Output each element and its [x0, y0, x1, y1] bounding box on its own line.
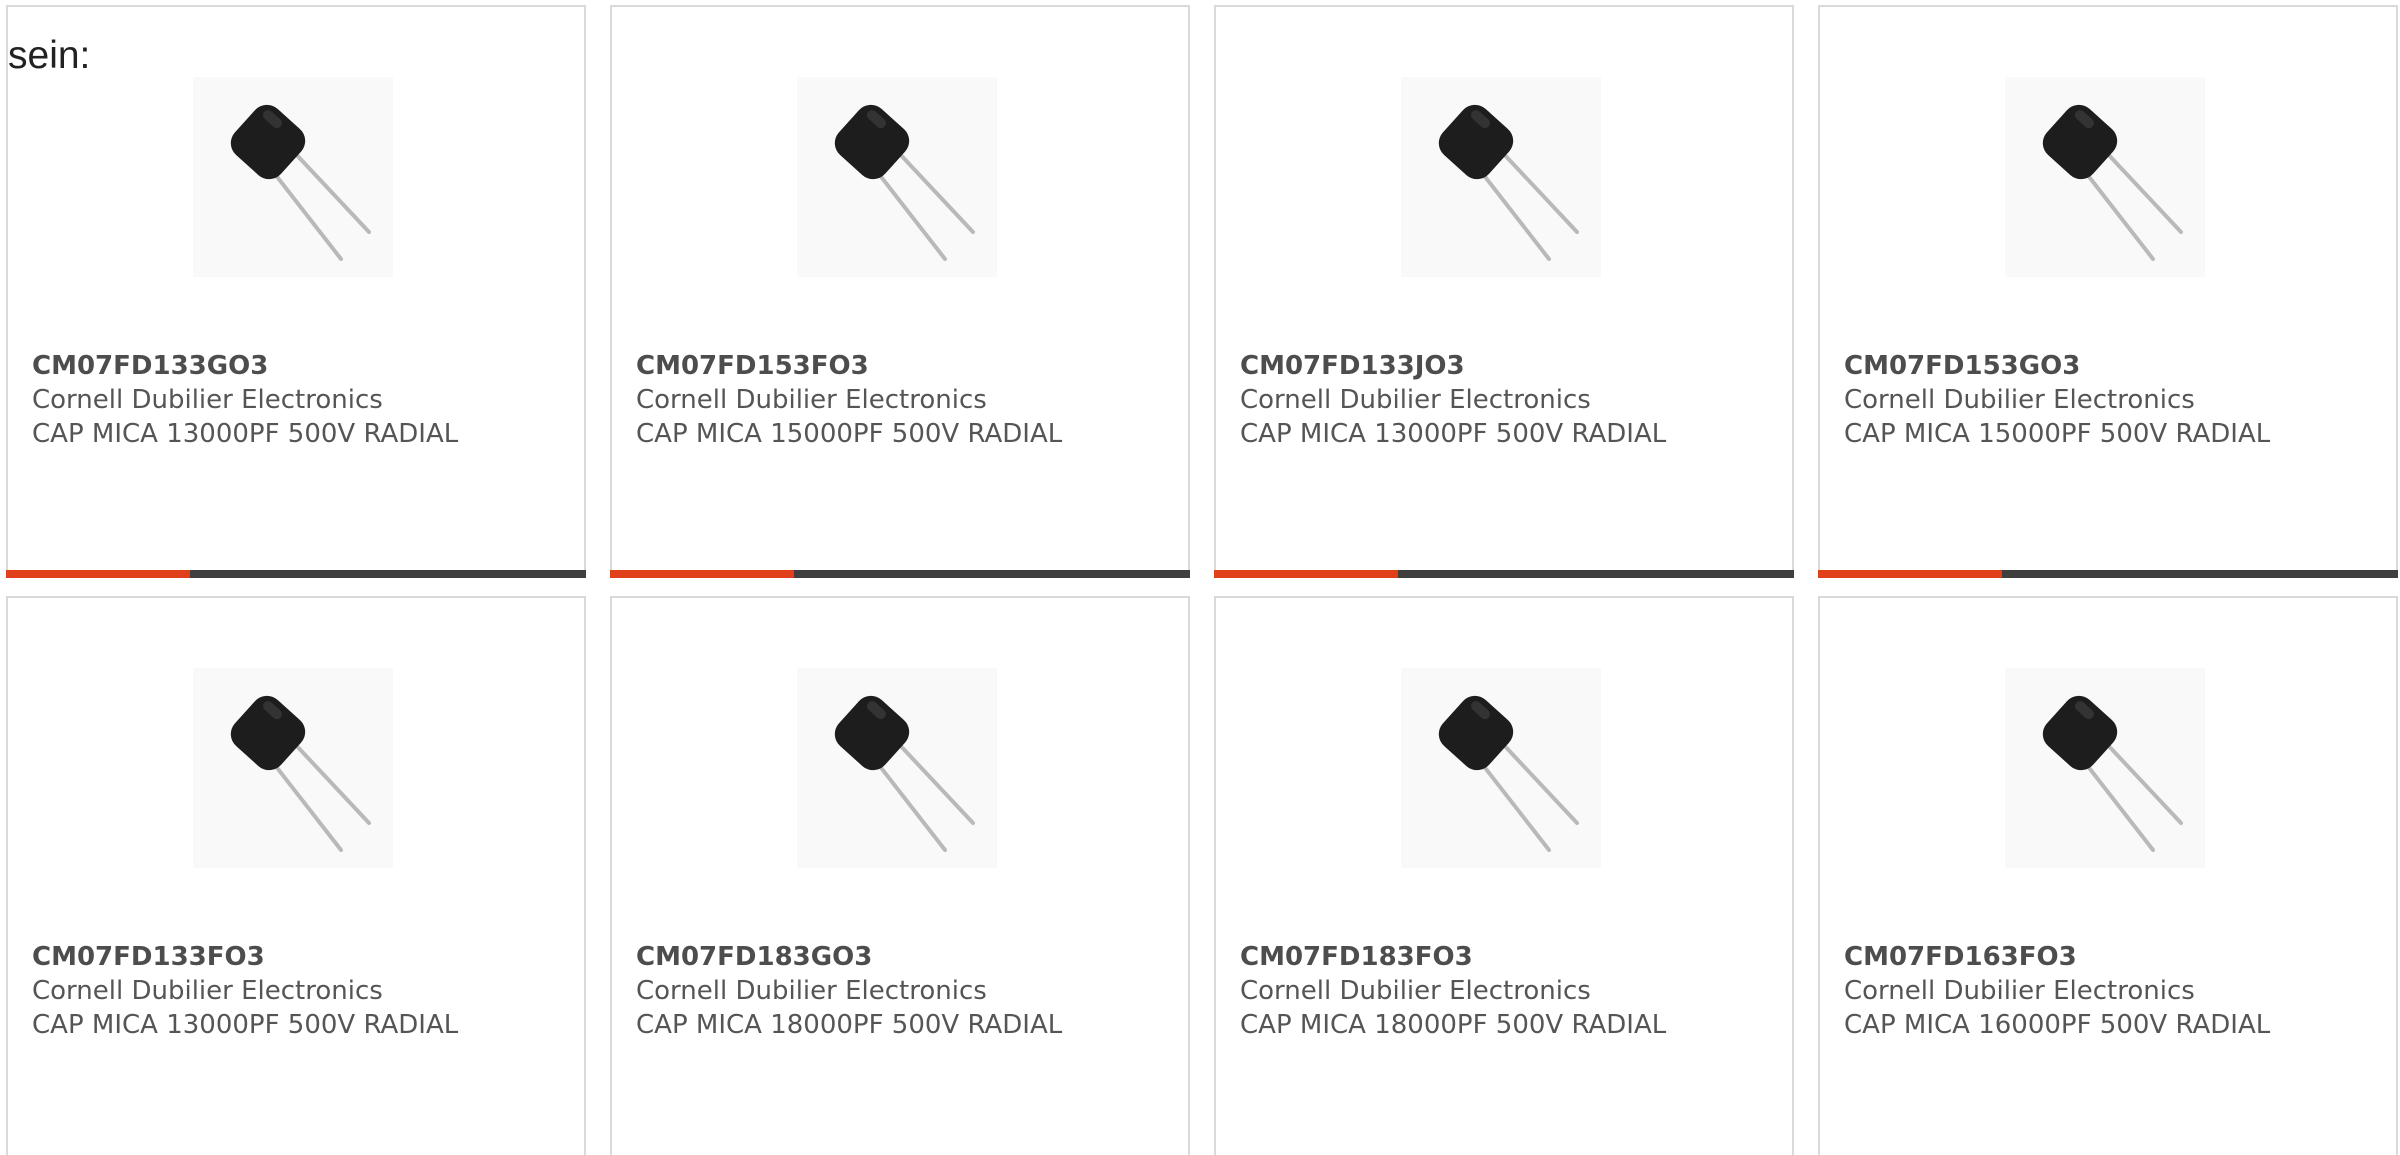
product-card[interactable]: CM07FD133JO3 Cornell Dubilier Electronic… [1214, 5, 1794, 578]
part-number[interactable]: CM07FD133GO3 [32, 349, 574, 383]
product-description: CAP MICA 13000PF 500V RADIAL [32, 419, 459, 449]
manufacturer-name: Cornell Dubilier Electronics [1844, 976, 2195, 1006]
part-number[interactable]: CM07FD133FO3 [32, 940, 574, 974]
manufacturer-name: Cornell Dubilier Electronics [1240, 385, 1591, 415]
card-accent-bar [1214, 570, 1398, 578]
product-card[interactable]: CM07FD183FO3 Cornell Dubilier Electronic… [1214, 596, 1794, 1155]
product-description: CAP MICA 18000PF 500V RADIAL [1240, 1010, 1667, 1040]
product-card[interactable]: CM07FD133FO3 Cornell Dubilier Electronic… [6, 596, 586, 1155]
product-description: CAP MICA 15000PF 500V RADIAL [1844, 419, 2271, 449]
radial-capacitor-image [193, 77, 393, 277]
radial-capacitor-image [797, 77, 997, 277]
part-number[interactable]: CM07FD163FO3 [1844, 940, 2386, 974]
part-number[interactable]: CM07FD183GO3 [636, 940, 1178, 974]
part-number[interactable]: CM07FD153GO3 [1844, 349, 2386, 383]
product-info: CM07FD133FO3 Cornell Dubilier Electronic… [32, 940, 574, 1042]
product-info: CM07FD153GO3 Cornell Dubilier Electronic… [1844, 349, 2386, 451]
product-info: CM07FD163FO3 Cornell Dubilier Electronic… [1844, 940, 2386, 1042]
product-description: CAP MICA 16000PF 500V RADIAL [1844, 1010, 2271, 1040]
card-bottom-bar [1818, 570, 2398, 578]
manufacturer-name: Cornell Dubilier Electronics [32, 976, 383, 1006]
manufacturer-name: Cornell Dubilier Electronics [32, 385, 383, 415]
product-info: CM07FD133JO3 Cornell Dubilier Electronic… [1240, 349, 1782, 451]
radial-capacitor-image [1401, 668, 1601, 868]
product-description: CAP MICA 15000PF 500V RADIAL [636, 419, 1063, 449]
card-accent-bar [610, 570, 794, 578]
part-number[interactable]: CM07FD183FO3 [1240, 940, 1782, 974]
card-bottom-bar [610, 570, 1190, 578]
radial-capacitor-image [797, 668, 997, 868]
part-number[interactable]: CM07FD133JO3 [1240, 349, 1782, 383]
product-card[interactable]: CM07FD153GO3 Cornell Dubilier Electronic… [1818, 5, 2398, 578]
manufacturer-name: Cornell Dubilier Electronics [636, 976, 987, 1006]
product-card[interactable]: CM07FD133GO3 Cornell Dubilier Electronic… [6, 5, 586, 578]
product-info: CM07FD183FO3 Cornell Dubilier Electronic… [1240, 940, 1782, 1042]
manufacturer-name: Cornell Dubilier Electronics [1240, 976, 1591, 1006]
intro-text: sein: [8, 34, 91, 77]
product-info: CM07FD153FO3 Cornell Dubilier Electronic… [636, 349, 1178, 451]
radial-capacitor-image [2005, 668, 2205, 868]
product-info: CM07FD133GO3 Cornell Dubilier Electronic… [32, 349, 574, 451]
part-number[interactable]: CM07FD153FO3 [636, 349, 1178, 383]
product-card[interactable]: CM07FD183GO3 Cornell Dubilier Electronic… [610, 596, 1190, 1155]
manufacturer-name: Cornell Dubilier Electronics [636, 385, 987, 415]
product-card[interactable]: CM07FD153FO3 Cornell Dubilier Electronic… [610, 5, 1190, 578]
card-bottom-bar [1214, 570, 1794, 578]
product-card[interactable]: CM07FD163FO3 Cornell Dubilier Electronic… [1818, 596, 2398, 1155]
radial-capacitor-image [2005, 77, 2205, 277]
product-description: CAP MICA 18000PF 500V RADIAL [636, 1010, 1063, 1040]
product-description: CAP MICA 13000PF 500V RADIAL [1240, 419, 1667, 449]
product-info: CM07FD183GO3 Cornell Dubilier Electronic… [636, 940, 1178, 1042]
card-accent-bar [6, 570, 190, 578]
radial-capacitor-image [1401, 77, 1601, 277]
product-grid: CM07FD133GO3 Cornell Dubilier Electronic… [6, 5, 2398, 1155]
product-results-page: sein: CM07FD133GO3 Cornell Dubilier Elec… [0, 0, 2400, 1155]
card-accent-bar [1818, 570, 2002, 578]
manufacturer-name: Cornell Dubilier Electronics [1844, 385, 2195, 415]
card-bottom-bar [6, 570, 586, 578]
radial-capacitor-image [193, 668, 393, 868]
product-description: CAP MICA 13000PF 500V RADIAL [32, 1010, 459, 1040]
